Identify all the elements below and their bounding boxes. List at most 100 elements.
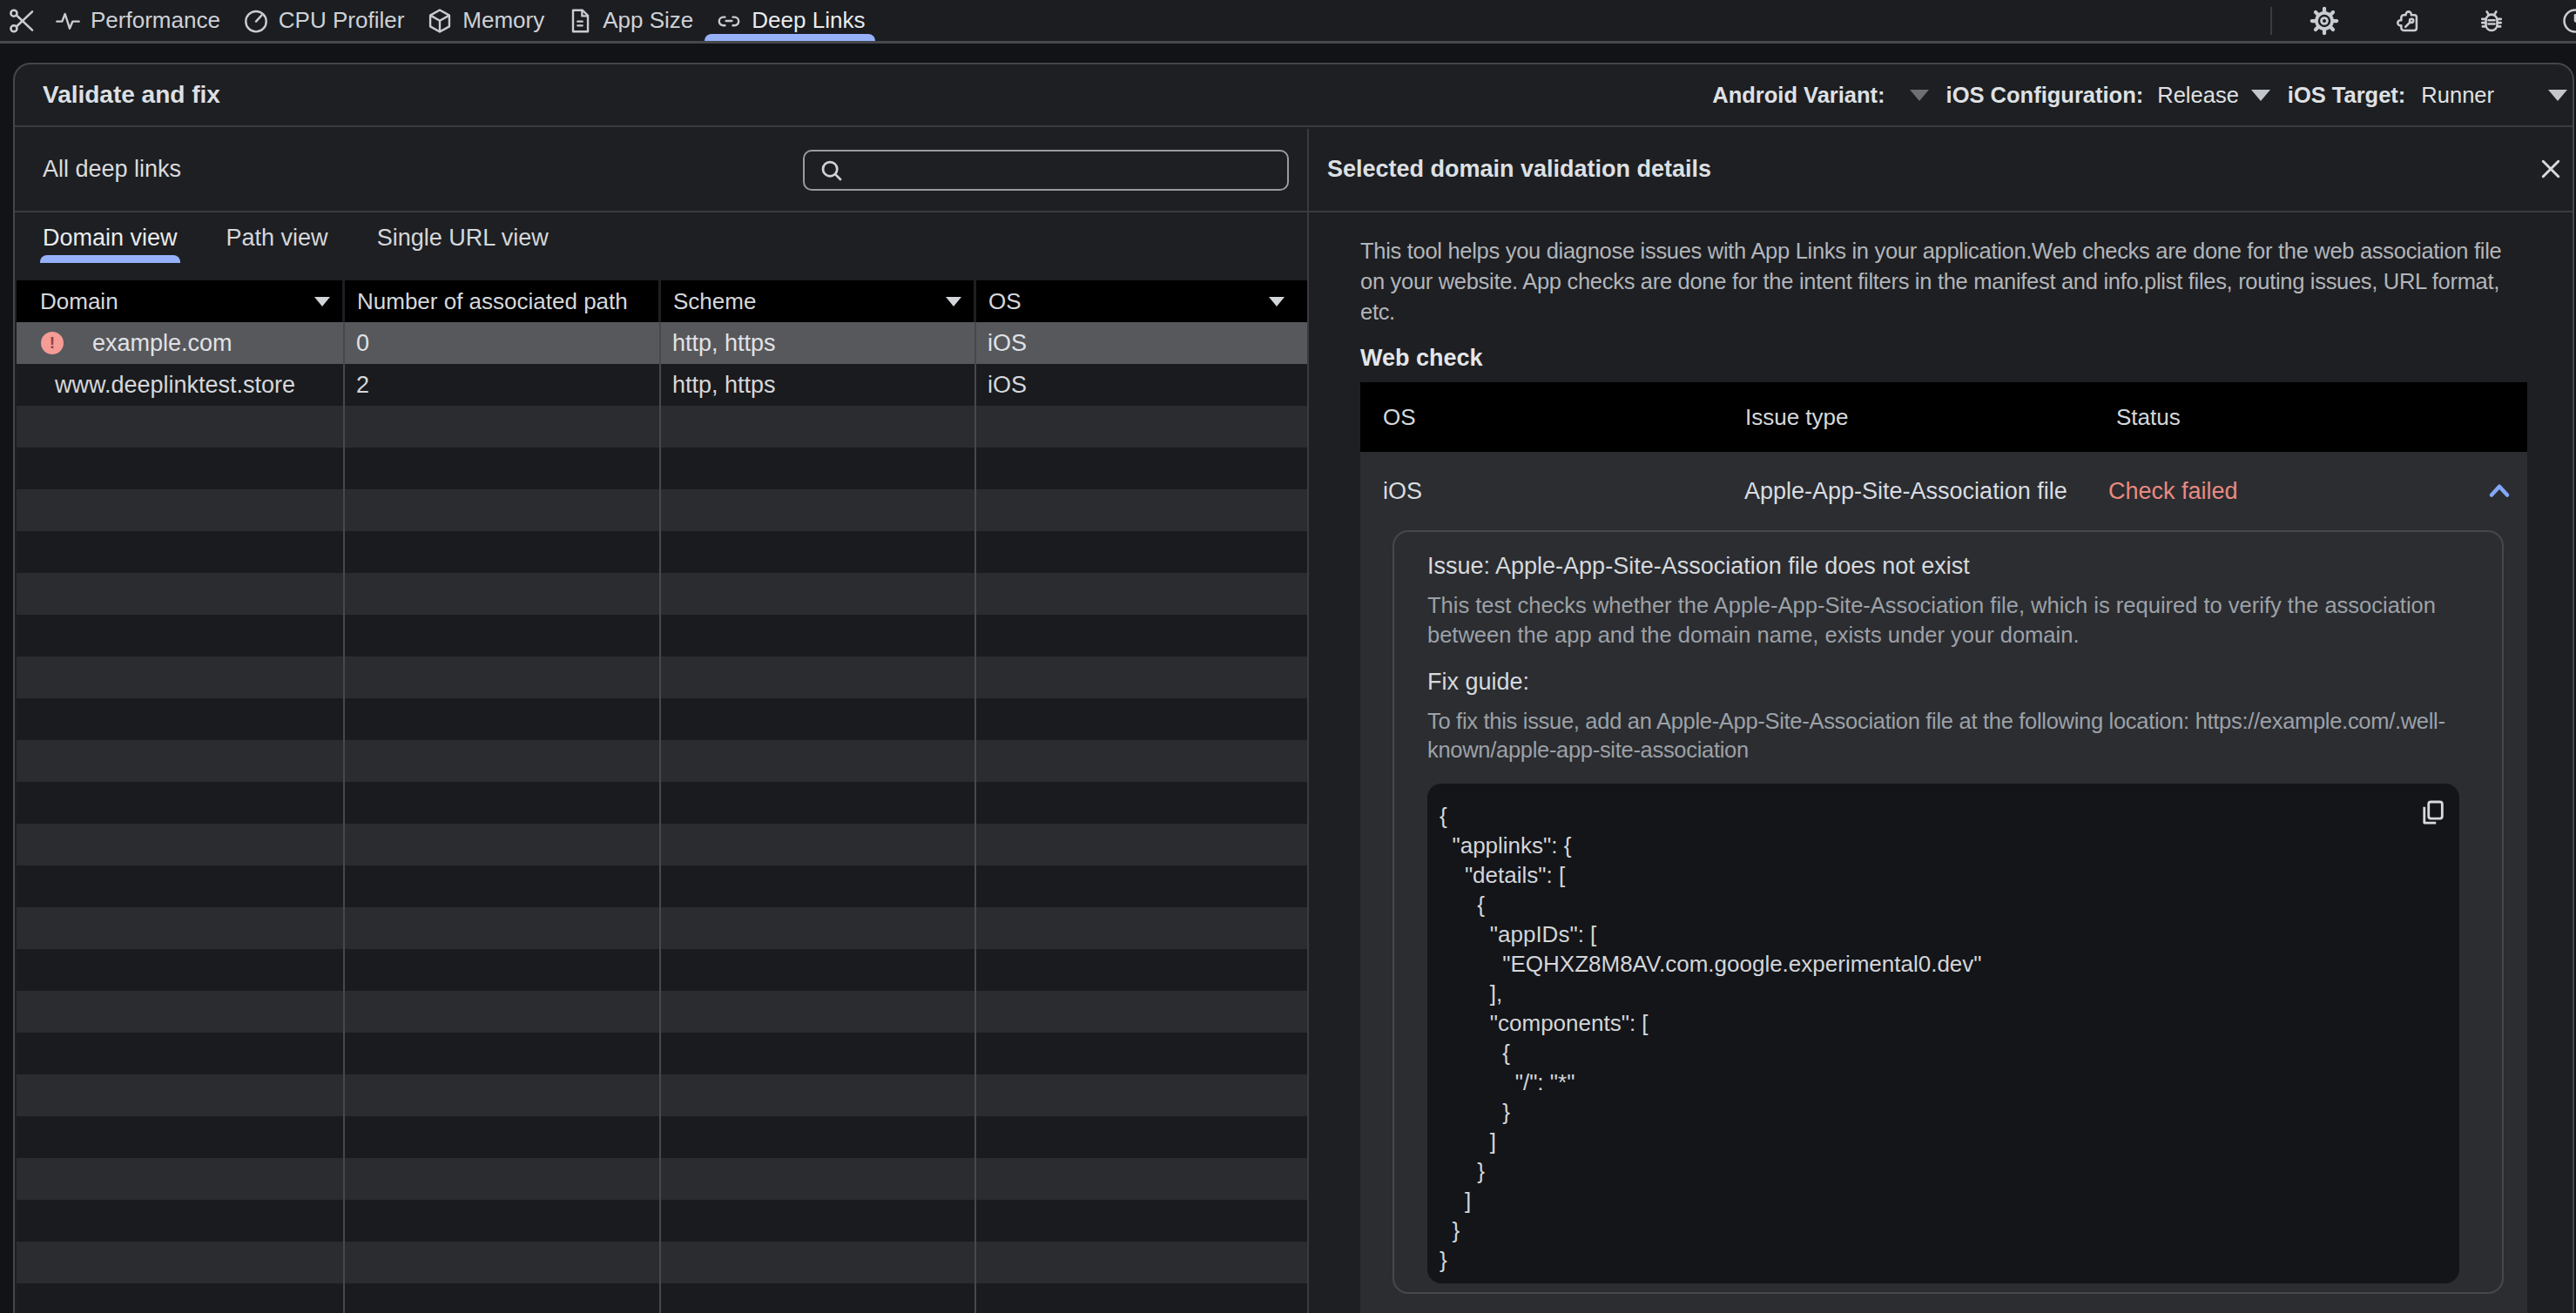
all-deep-links-title: All deep links [43,127,181,211]
view-tabs: Domain view Path view Single URL view [15,212,1307,263]
active-tab-underline [705,34,875,41]
scheme-cell: http, https [661,364,976,406]
tab-single-url-view[interactable]: Single URL view [377,212,549,263]
scheme-cell: http, https [661,322,976,364]
cpu-profiler-icon [242,7,270,35]
tab-performance[interactable]: Performance [54,0,220,41]
domain-cell: www.deeplinktest.store [17,364,345,406]
plugin-icon[interactable] [2393,6,2423,36]
empty-row [17,1074,1307,1116]
tab-domain-view[interactable]: Domain view [43,212,178,263]
empty-row [17,698,1307,740]
bug-icon[interactable] [2477,6,2506,36]
paths-cell: 2 [345,364,661,406]
tab-deep-links[interactable]: Deep Links [715,0,865,41]
empty-row [17,907,1307,949]
tab-memory[interactable]: Memory [426,0,544,41]
empty-row [17,1116,1307,1158]
table-row[interactable]: www.deeplinktest.store2http, httpsiOS [17,364,1307,406]
memory-icon [426,7,454,35]
web-check-table: OS Issue type Status iOS Apple-App-Site-… [1360,382,2527,1313]
fix-guide-label: Fix guide: [1427,669,2464,696]
issue-title: Issue: Apple-App-Site-Association file d… [1427,553,2464,580]
tab-cpu-profiler[interactable]: CPU Profiler [242,0,404,41]
issue-box: Issue: Apple-App-Site-Association file d… [1393,530,2504,1294]
ios-target-label: iOS Target: [2288,83,2406,108]
table-header: Domain Number of associated path Scheme … [17,280,1307,322]
ios-target-value: Runner [2421,83,2494,108]
web-check-label: Web check [1360,345,2527,372]
empty-row [17,573,1307,615]
deep-links-tool-window: Performance CPU Profiler Memory App Size… [0,0,2576,1313]
column-header-os[interactable]: OS [976,280,1307,322]
wc-column-status: Status [2093,404,2527,431]
tab-path-view[interactable]: Path view [226,212,328,263]
ios-configuration-label: iOS Configuration: [1946,83,2144,108]
empty-row [17,1200,1307,1242]
panel-header: Validate and fix Android Variant: iOS Co… [15,64,2573,127]
os-cell: iOS [976,322,1307,364]
empty-row [17,949,1307,991]
ios-target-dropdown[interactable] [2548,90,2567,101]
tab-app-size[interactable]: App Size [566,0,693,41]
sort-arrow-icon[interactable] [1269,297,1285,306]
table-row[interactable]: !example.com0http, httpsiOS [17,322,1307,364]
wc-row-issue-type: Apple-App-Site-Association file [1723,478,2093,505]
sort-arrow-icon[interactable] [314,297,330,306]
empty-row [17,740,1307,782]
performance-icon [54,7,82,35]
search-input[interactable] [803,150,1289,191]
column-header-domain[interactable]: Domain [17,280,345,322]
empty-row [17,531,1307,573]
column-header-scheme[interactable]: Scheme [661,280,976,322]
wc-column-os: OS [1360,404,1723,431]
code-json: { "applinks": { "details": [ { "appIDs":… [1440,801,2442,1275]
details-pane: Selected domain validation details This … [1309,127,2573,1313]
empty-row [17,1033,1307,1074]
tab-label: Domain view [43,225,178,252]
top-toolbar: Performance CPU Profiler Memory App Size… [0,0,2576,44]
toolbar-right-actions [2270,6,2576,36]
error-icon: ! [41,332,64,354]
empty-row [17,782,1307,824]
toolbar-separator [2270,7,2272,35]
copy-icon[interactable] [2418,798,2447,827]
deep-links-icon [715,7,743,35]
deep-links-table: Domain Number of associated path Scheme … [17,280,1307,1313]
settings-gear-icon[interactable] [2310,6,2339,36]
column-header-paths[interactable]: Number of associated path [345,280,661,322]
tab-label: Single URL view [377,225,549,252]
ios-configuration-dropdown[interactable] [2251,90,2270,101]
search-icon [819,158,845,184]
details-title: Selected domain validation details [1327,156,1711,183]
os-cell: iOS [976,364,1307,406]
scissors-icon[interactable] [7,6,37,36]
paths-cell: 0 [345,322,661,364]
empty-row [17,489,1307,531]
tab-label: Memory [462,7,544,34]
chevron-up-icon[interactable] [2484,475,2515,507]
wc-row-status: Check failed [2108,478,2238,505]
clock-icon[interactable] [2560,6,2576,36]
close-icon[interactable] [2531,149,2571,189]
tab-label: App Size [603,7,693,34]
deep-links-table-body: !example.com0http, httpsiOSwww.deeplinkt… [17,322,1307,1313]
wc-column-issue-type: Issue type [1723,404,2093,431]
android-variant-label: Android Variant: [1712,83,1885,108]
validate-and-fix-panel: Validate and fix Android Variant: iOS Co… [13,63,2574,1313]
panel-title: Validate and fix [43,81,220,109]
wc-row-os: iOS [1360,478,1723,505]
left-pane: All deep links Domain view Path view Sin… [15,127,1307,1313]
fix-guide-text: To fix this issue, add an Apple-App-Site… [1427,707,2464,764]
web-check-body: iOS Apple-App-Site-Association file Chec… [1360,452,2527,1313]
sort-arrow-icon[interactable] [946,297,961,306]
empty-row [17,1283,1307,1313]
empty-row [17,406,1307,448]
empty-row [17,824,1307,865]
web-check-row[interactable]: iOS Apple-App-Site-Association file Chec… [1360,452,2527,530]
app-size-icon [566,7,594,35]
empty-row [17,448,1307,489]
ios-configuration-value: Release [2157,83,2239,108]
android-variant-dropdown[interactable] [1910,90,1929,101]
empty-row [17,656,1307,698]
